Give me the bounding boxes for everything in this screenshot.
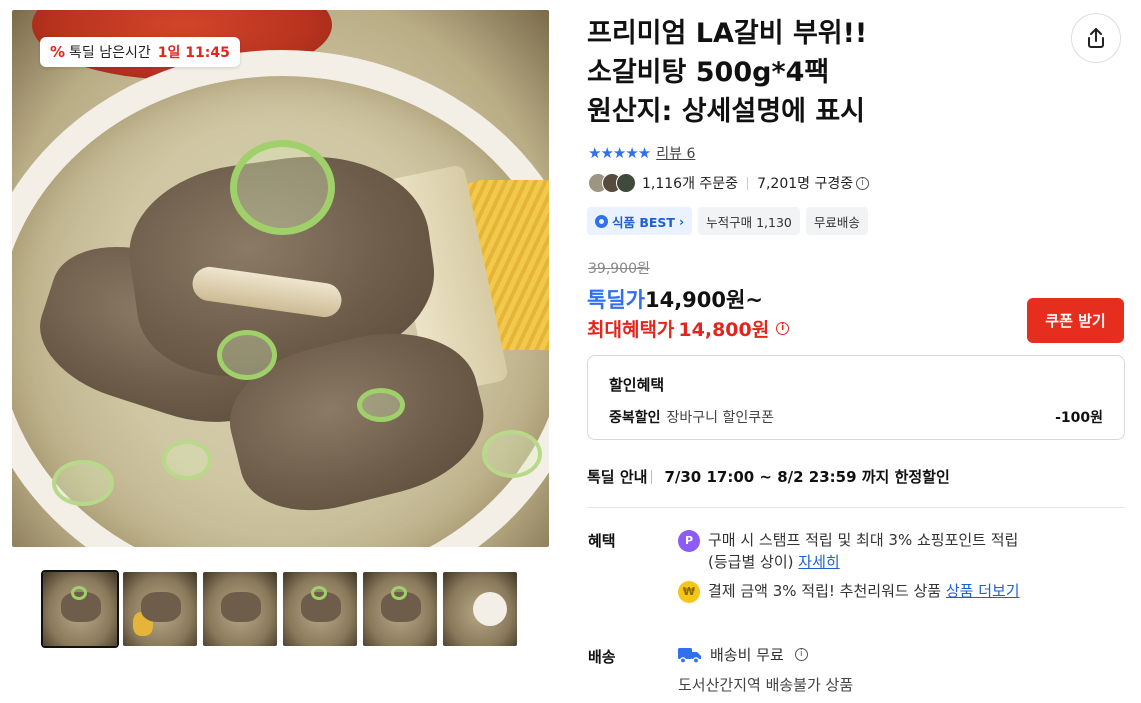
benefits-label: 혜택 xyxy=(588,532,616,550)
thumbnail-scallion xyxy=(71,586,87,600)
reward-benefit-text: 결제 금액 3% 적립! 추천리워드 상품 xyxy=(708,582,942,600)
info-icon[interactable]: i xyxy=(794,648,808,661)
thumbnail-6[interactable] xyxy=(443,572,517,646)
deal-info: 톡딜 안내 7/30 17:00 ~ 8/2 23:59 까지 한정할인 xyxy=(587,466,950,487)
coupon-button[interactable]: 쿠폰 받기 xyxy=(1027,298,1124,343)
section-divider xyxy=(587,507,1125,508)
info-icon[interactable]: i xyxy=(776,322,790,335)
stamp-benefit-text-block: 구매 시 스탬프 적립 및 최대 3% 쇼핑포인트 적립 (등급별 상이) 자세… xyxy=(708,529,1018,573)
product-tags: 식품 BEST › 누적구매 1,130 무료배송 xyxy=(587,207,868,235)
scallion-ring xyxy=(52,460,114,506)
best-badge-icon xyxy=(595,214,608,228)
ordering-count: 1,116개 주문중 xyxy=(642,176,739,192)
divider xyxy=(747,176,749,190)
scallion-ring xyxy=(357,388,405,422)
tag-cumulative-purchase: 누적구매 1,130 xyxy=(698,207,800,235)
scallion-ring xyxy=(230,140,335,235)
avatar xyxy=(616,173,636,193)
shipping-note: 도서산간지역 배송불가 상품 xyxy=(678,676,854,694)
discount-type: 중복할인 xyxy=(609,410,661,426)
scallion-ring xyxy=(162,440,212,480)
thumbnail-2[interactable] xyxy=(123,572,197,646)
thumbnail-dumpling xyxy=(473,592,507,626)
info-icon[interactable]: i xyxy=(856,176,870,190)
discount-detail: 장바구니 할인쿠폰 xyxy=(666,410,775,426)
discount-header: 할인혜택 xyxy=(609,376,665,394)
timer-value: 1일 11:45 xyxy=(157,45,230,61)
scallion-ring xyxy=(217,330,277,380)
original-price: 39,900원 xyxy=(588,261,650,277)
thumbnail-1[interactable] xyxy=(41,570,119,648)
discount-amount: -100원 xyxy=(1055,410,1103,426)
rating-summary: ★★★★★ 리뷰 6 xyxy=(588,143,695,163)
main-product-image[interactable]: % 톡딜 남은시간 1일 11:45 xyxy=(12,10,549,547)
product-title: 프리미엄 LA갈비 부위!! 소갈비탕 500g*4팩 원산지: 상세설명에 표… xyxy=(587,18,868,127)
point-icon: P xyxy=(678,530,700,552)
thumbnail-scallion xyxy=(391,586,407,600)
deal-timer-badge: % 톡딜 남은시간 1일 11:45 xyxy=(40,37,240,67)
deal-info-period: 7/30 17:00 ~ 8/2 23:59 까지 한정할인 xyxy=(664,468,950,486)
max-benefit-price: 최대혜택가 14,800원 i xyxy=(587,315,790,342)
deal-price-value: 14,900원~ xyxy=(644,288,763,312)
timer-label: 톡딜 남은시간 xyxy=(69,45,151,61)
discount-benefit-box: 할인혜택 중복할인 장바구니 할인쿠폰 -100원 xyxy=(587,355,1125,440)
stamp-benefit: P 구매 시 스탬프 적립 및 최대 3% 쇼핑포인트 적립 (등급별 상이) … xyxy=(678,529,1018,573)
shipping-fee: 배송비 무료 i xyxy=(678,644,808,665)
shipping-label: 배송 xyxy=(588,648,616,666)
percent-icon: % xyxy=(50,43,66,61)
stamp-benefit-subtext: (등급별 상이) 자세히 xyxy=(708,551,1018,573)
delivery-truck-icon xyxy=(678,647,701,664)
stamp-benefit-text: 구매 시 스탬프 적립 및 최대 3% 쇼핑포인트 적립 xyxy=(708,531,1019,549)
scallion-ring xyxy=(482,430,542,478)
max-benefit-label: 최대혜택가 xyxy=(587,319,675,341)
thumbnail-strip xyxy=(41,570,517,648)
coin-icon: ₩ xyxy=(678,581,700,603)
thumbnail-3[interactable] xyxy=(203,572,277,646)
tag-food-best[interactable]: 식품 BEST › xyxy=(587,207,693,235)
reward-more-link[interactable]: 상품 더보기 xyxy=(946,582,1020,600)
thumbnail-4[interactable] xyxy=(283,572,357,646)
buyer-avatars xyxy=(588,173,636,193)
thumbnail-meat xyxy=(221,592,261,622)
share-button[interactable] xyxy=(1071,13,1121,63)
thumbnail-5[interactable] xyxy=(363,572,437,646)
buyer-activity: 1,116개 주문중 7,201명 구경중 i xyxy=(588,173,870,193)
review-link[interactable]: 리뷰 6 xyxy=(656,143,695,163)
viewing-count: 7,201명 구경중 xyxy=(757,176,854,192)
divider xyxy=(651,469,653,484)
stamp-detail-link[interactable]: 자세히 xyxy=(798,553,839,571)
tag-food-best-label: 식품 BEST xyxy=(612,214,675,230)
star-rating-icon: ★★★★★ xyxy=(588,144,651,162)
discount-row: 중복할인 장바구니 할인쿠폰 -100원 xyxy=(609,407,1103,427)
reward-benefit-text-block: 결제 금액 3% 적립! 추천리워드 상품 상품 더보기 xyxy=(708,580,1020,603)
thumbnail-scallion xyxy=(311,586,327,600)
chevron-right-icon: › xyxy=(678,213,685,229)
max-benefit-value: 14,800원 xyxy=(678,319,770,341)
deal-price: 톡딜가14,900원~ xyxy=(587,284,763,314)
shipping-fee-text: 배송비 무료 xyxy=(710,646,784,664)
tag-free-shipping: 무료배송 xyxy=(805,207,868,235)
deal-price-label: 톡딜가 xyxy=(587,288,645,312)
share-icon xyxy=(1088,28,1104,48)
thumbnail-meat xyxy=(141,592,181,622)
reward-benefit: ₩ 결제 금액 3% 적립! 추천리워드 상품 상품 더보기 xyxy=(678,580,1020,603)
deal-info-label: 톡딜 안내 xyxy=(587,468,648,486)
stamp-benefit-note: (등급별 상이) xyxy=(708,553,794,571)
